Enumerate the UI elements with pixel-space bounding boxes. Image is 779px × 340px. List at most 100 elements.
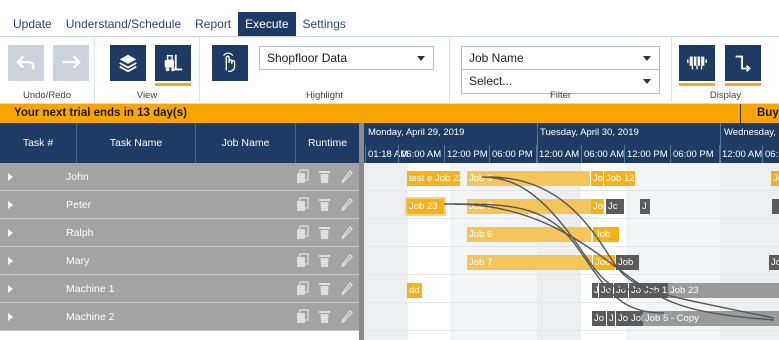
forklift-view-button[interactable] [155,45,191,86]
buy-link[interactable]: Buy [740,104,779,123]
job-bar[interactable]: Job 3 [467,171,590,186]
edit-icon[interactable] [340,253,353,268]
trash-icon[interactable] [318,225,331,240]
active-underline [155,83,191,86]
resource-row[interactable]: Peter [0,191,359,219]
trash-icon[interactable] [318,169,331,184]
resource-row[interactable]: John [0,163,359,191]
trash-icon[interactable] [318,253,331,268]
job-bar[interactable]: Job 6 [467,227,591,242]
column-task-number[interactable]: Task # [0,123,77,163]
undo-button[interactable] [8,45,44,81]
tab-understand-schedule[interactable]: Understand/Schedule [59,12,188,36]
job-bar[interactable]: Jo [629,283,643,298]
trash-icon[interactable] [318,309,331,324]
resource-row[interactable]: Machine 2 [0,303,359,331]
highlight-select[interactable]: Shopfloor Data [259,46,434,70]
copy-icon[interactable] [296,197,309,212]
hour-divider [398,145,399,163]
day-label: Monday, April 29, 2019 [368,127,465,138]
row-actions [296,225,353,240]
edit-icon[interactable] [340,197,353,212]
tab-execute[interactable]: Execute [238,12,296,36]
copy-icon[interactable] [296,253,309,268]
trial-banner: Your next trial ends in 13 day(s) Buy [0,104,779,123]
redo-button[interactable] [53,45,89,81]
resource-row[interactable]: Ralph [0,219,359,247]
job-bar[interactable]: Job [593,255,615,270]
edit-icon[interactable] [340,309,353,324]
copy-icon[interactable] [296,225,309,240]
expand-icon[interactable] [8,201,13,209]
filter-field-value: Job Name [469,51,524,65]
job-bar[interactable]: test e [407,171,433,186]
resource-row[interactable]: Machine 1 [0,275,359,303]
day-divider [720,123,721,163]
job-bar[interactable]: Jo [771,171,779,186]
job-bar[interactable]: Jol [629,311,643,326]
touch-button[interactable] [212,45,248,81]
trash-icon[interactable] [318,281,331,296]
job-bar[interactable]: dd [407,283,422,298]
job-bar[interactable]: Jo [592,311,606,326]
layers-button[interactable] [110,45,146,81]
expand-icon[interactable] [8,285,13,293]
column-runtime[interactable]: Runtime [296,123,359,163]
job-bar[interactable]: Jc [606,199,624,214]
job-bar[interactable]: Job 23 [405,197,446,216]
tab-update[interactable]: Update [6,12,59,36]
job-bar[interactable]: Jo [616,311,630,326]
column-task-name[interactable]: Task Name [77,123,196,163]
job-bar[interactable]: Job 12 [642,283,668,298]
edit-icon[interactable] [340,169,353,184]
day-label: Tuesday, April 30, 2019 [540,127,639,138]
chevron-down-icon [643,79,651,84]
job-bar[interactable]: Job 23 [668,283,779,298]
resource-name: Ralph [66,227,94,239]
expand-icon[interactable] [8,313,13,321]
hour-divider [365,145,366,163]
job-bar[interactable]: Job 23 [433,171,460,186]
edit-icon[interactable] [340,281,353,296]
undo-redo-group: Undo/Redo [0,37,95,105]
display-columns-button[interactable] [679,45,715,86]
filter-label: Filter [549,90,572,101]
highlight-select-value: Shopfloor Data [267,51,348,65]
job-bar[interactable] [772,199,779,214]
display-links-button[interactable] [725,45,761,86]
job-bar[interactable]: Jo [599,283,613,298]
job-bar[interactable]: Job 7 [467,199,604,214]
expand-icon[interactable] [8,173,13,181]
job-bar[interactable]: Jo [591,199,603,214]
job-bar[interactable]: J [607,311,615,326]
job-bar[interactable]: Job 7 [467,255,592,270]
job-bar[interactable]: Jo [591,171,603,186]
job-bar[interactable]: Job [616,255,639,270]
filter-field-select[interactable]: Job Name [461,46,660,70]
job-bar[interactable]: Job 12 [604,171,635,186]
job-bar[interactable]: J [592,283,598,298]
display-group: Display [672,37,779,105]
filter-value-text: Select... [469,74,513,88]
forklift-icon [164,54,183,72]
undo-redo-label: Undo/Redo [22,90,72,101]
view-group: View [95,37,200,105]
job-bar[interactable]: J [640,199,650,214]
job-bar[interactable]: Job 5 - Copy [643,311,779,326]
copy-icon[interactable] [296,281,309,296]
trash-icon[interactable] [318,197,331,212]
job-bar[interactable]: Job [593,227,619,242]
tab-report[interactable]: Report [188,12,238,36]
expand-icon[interactable] [8,257,13,265]
chevron-down-icon [643,56,651,61]
job-bar[interactable]: Jo [614,283,628,298]
copy-icon[interactable] [296,309,309,324]
resource-row[interactable]: Mary [0,247,359,275]
copy-icon[interactable] [296,169,309,184]
resource-name: Machine 2 [66,311,115,323]
column-job-name[interactable]: Job Name [196,123,296,163]
edit-icon[interactable] [340,225,353,240]
job-bar[interactable]: Jo [769,255,779,270]
tab-settings[interactable]: Settings [296,12,353,36]
expand-icon[interactable] [8,229,13,237]
